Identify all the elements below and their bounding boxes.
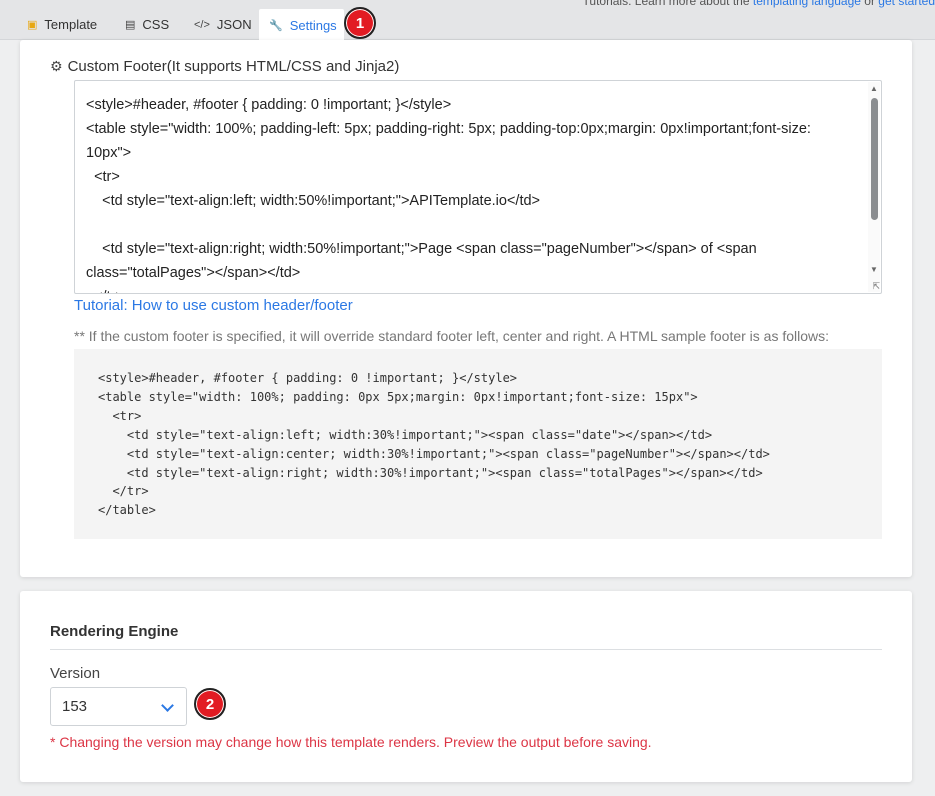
chevron-down-icon — [161, 699, 174, 712]
tab-json-label: JSON — [216, 17, 252, 32]
tab-css-label: CSS — [142, 17, 170, 32]
custom-footer-editor-text[interactable]: <style>#header, #footer { padding: 0 !im… — [86, 93, 856, 293]
custom-header-footer-tutorial-link[interactable]: Tutorial: How to use custom header/foote… — [74, 297, 353, 314]
version-select[interactable]: 153 — [50, 687, 187, 726]
sample-footer-code: <style>#header, #footer { padding: 0 !im… — [98, 371, 770, 518]
custom-footer-card: ⚙ Custom Footer(It supports HTML/CSS and… — [20, 40, 912, 577]
version-warning: * Changing the version may change how th… — [50, 734, 652, 750]
version-select-value: 153 — [62, 698, 88, 715]
html5-icon: ▣ — [27, 19, 38, 31]
tab-settings[interactable]: 🔧 Settings — [259, 9, 344, 41]
sample-footer-code-block: <style>#header, #footer { padding: 0 !im… — [74, 349, 882, 539]
tab-json[interactable]: </> JSON — [184, 9, 262, 40]
scrollbar-thumb[interactable] — [871, 98, 878, 220]
tab-bar: Tutorials: Learn more about the templati… — [0, 0, 935, 41]
annotation-badge-2: 2 — [194, 688, 226, 720]
tab-template[interactable]: ▣ Template — [17, 9, 107, 40]
editor-scrollbar[interactable]: ▲ ▼ — [868, 82, 880, 292]
tab-template-label: Template — [44, 17, 98, 32]
templating-language-link[interactable]: templating language — [753, 0, 861, 8]
get-started-link[interactable]: get started — [878, 0, 935, 8]
custom-footer-heading: ⚙ Custom Footer(It supports HTML/CSS and… — [50, 58, 399, 75]
tutorial-hint-or: or — [860, 0, 879, 8]
tab-settings-label: Settings — [289, 17, 337, 33]
scroll-up-arrow-icon[interactable]: ▲ — [870, 84, 878, 93]
rendering-engine-title: Rendering Engine — [50, 623, 179, 640]
custom-footer-title: Custom Footer(It supports HTML/CSS and J… — [67, 58, 400, 75]
wrench-icon: 🔧 — [269, 19, 283, 32]
custom-footer-note: ** If the custom footer is specified, it… — [74, 328, 830, 344]
resize-grip-icon[interactable]: ⇱ — [872, 281, 880, 292]
rendering-engine-card: Rendering Engine Version 153 2 * Changin… — [20, 591, 912, 782]
tutorial-hint-text: Tutorials: Learn more about the — [582, 0, 753, 8]
section-divider — [50, 649, 882, 650]
annotation-badge-1: 1 — [344, 7, 376, 39]
gear-icon: ⚙ — [50, 58, 63, 74]
version-label: Version — [50, 665, 101, 682]
code-icon: </> — [194, 18, 210, 31]
custom-footer-editor[interactable]: <style>#header, #footer { padding: 0 !im… — [74, 80, 882, 294]
scroll-down-arrow-icon[interactable]: ▼ — [870, 265, 878, 274]
css3-icon: ▤ — [125, 19, 136, 31]
tab-css[interactable]: ▤ CSS — [115, 9, 179, 40]
tutorial-hint: Tutorials: Learn more about the templati… — [583, 0, 935, 8]
